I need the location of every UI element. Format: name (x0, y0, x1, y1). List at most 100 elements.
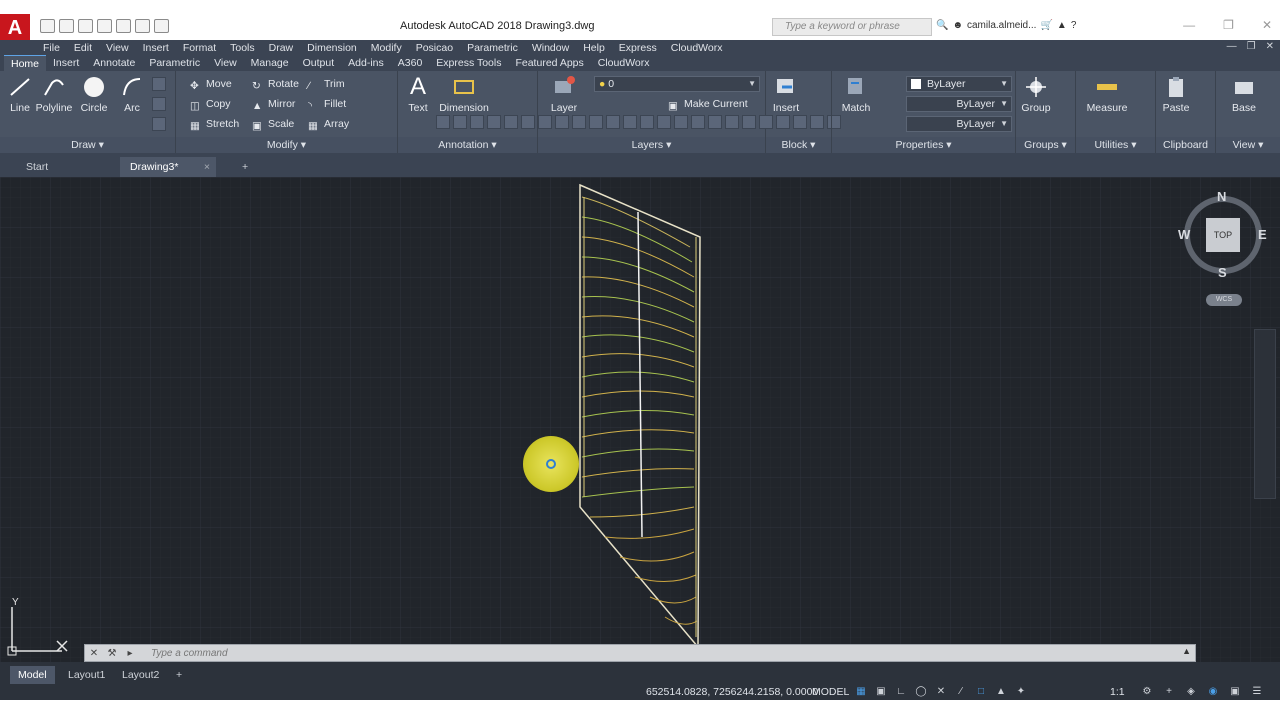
array-tool[interactable]: ▦ Array (308, 116, 349, 132)
layer-tool-icon-19[interactable] (742, 115, 756, 129)
color-dropdown[interactable]: ByLayer ▼ (906, 76, 1012, 92)
tab-insert[interactable]: Insert (46, 55, 86, 71)
ortho-icon[interactable]: ∟ (894, 686, 908, 698)
new-file-icon[interactable] (40, 19, 55, 33)
layer-tool-icon-16[interactable] (691, 115, 705, 129)
layer-tool-icon-12[interactable] (623, 115, 637, 129)
cart-icon[interactable]: 🛒 (1040, 20, 1052, 31)
tab-express-tools[interactable]: Express Tools (429, 55, 508, 71)
new-tab-button[interactable]: + (232, 157, 258, 177)
menu-tools[interactable]: Tools (230, 42, 255, 54)
layer-tool-icon-3[interactable] (470, 115, 484, 129)
search-input[interactable]: Type a keyword or phrase (772, 18, 932, 36)
compass-south[interactable]: S (1218, 265, 1227, 280)
view-panel-title[interactable]: View ▾ (1216, 137, 1280, 153)
compass-east[interactable]: E (1258, 227, 1267, 242)
move-tool[interactable]: ✥ Move (190, 76, 232, 92)
layer-tool-icon-17[interactable] (708, 115, 722, 129)
menu-express[interactable]: Express (619, 42, 657, 54)
menu-view[interactable]: View (106, 42, 129, 54)
layer-tool-icon-18[interactable] (725, 115, 739, 129)
close-icon[interactable]: ✕ (1262, 18, 1272, 32)
measure-tool[interactable]: Measure (1082, 75, 1132, 114)
wrench-icon[interactable]: ⚒ (103, 648, 121, 659)
copy-tool[interactable]: ◫ Copy (190, 96, 231, 112)
tab-add-ins[interactable]: Add-ins (341, 55, 391, 71)
compass-north[interactable]: N (1217, 189, 1226, 204)
doc-close-icon[interactable]: ✕ (1266, 41, 1274, 52)
command-prompt-icon[interactable]: ▸ (121, 648, 139, 659)
layer-tool-icon-13[interactable] (640, 115, 654, 129)
help-icon[interactable]: ? (1071, 20, 1077, 31)
menu-help[interactable]: Help (583, 42, 605, 54)
lineweight-dropdown[interactable]: ByLayer ▼ (906, 116, 1012, 132)
scale-tool[interactable]: ▣ Scale (252, 116, 294, 132)
save-icon[interactable] (78, 19, 93, 33)
fillet-tool[interactable]: ◝ Fillet (308, 96, 346, 112)
hatch-icon[interactable] (152, 97, 166, 111)
command-input[interactable]: Type a command (151, 648, 228, 659)
viewcube-top-face[interactable]: TOP (1206, 218, 1240, 252)
menu-draw[interactable]: Draw (269, 42, 294, 54)
model-space-toggle[interactable]: MODEL (812, 686, 849, 698)
tab-home[interactable]: Home (4, 55, 47, 71)
layer-tool-icon-6[interactable] (521, 115, 535, 129)
clean-screen-icon[interactable]: ▣ (1228, 686, 1242, 698)
print-icon[interactable] (116, 19, 131, 33)
doc-restore-icon[interactable]: ❐ (1247, 41, 1256, 52)
annotation-visibility-icon[interactable]: ▲ (994, 686, 1008, 698)
paste-tool[interactable]: Paste (1156, 75, 1196, 114)
compass-west[interactable]: W (1178, 227, 1190, 242)
menu-dimension[interactable]: Dimension (307, 42, 357, 54)
block-panel-title[interactable]: Block ▾ (766, 137, 831, 153)
text-tool[interactable]: A Text (398, 75, 438, 115)
drawing-area[interactable]: N S E W TOP WCS Y (0, 177, 1280, 662)
groups-panel-title[interactable]: Groups ▾ (1016, 137, 1075, 153)
plus-icon[interactable]: + (1162, 686, 1176, 698)
auto-scale-icon[interactable]: ✦ (1014, 686, 1028, 698)
minimize-icon[interactable]: — (1183, 18, 1195, 32)
binoculars-icon[interactable]: 🔍 (936, 20, 948, 31)
rotate-tool[interactable]: ↻ Rotate (252, 76, 299, 92)
layout-tab-layout1[interactable]: Layout1 (60, 666, 113, 684)
menu-format[interactable]: Format (183, 42, 216, 54)
menu-window[interactable]: Window (532, 42, 569, 54)
mirror-tool[interactable]: ▲ Mirror (252, 96, 295, 112)
tab-annotate[interactable]: Annotate (86, 55, 142, 71)
trim-tool[interactable]: ∕ Trim (308, 76, 345, 92)
viewcube[interactable]: N S E W TOP (1178, 189, 1270, 283)
isolate-objects-icon[interactable]: ◈ (1184, 686, 1198, 698)
menu-insert[interactable]: Insert (143, 42, 169, 54)
menu-modify[interactable]: Modify (371, 42, 402, 54)
insert-block-tool[interactable]: Insert (766, 75, 806, 114)
command-line[interactable]: ✕ ⚒ ▸ Type a command ▲ (84, 644, 1196, 662)
annotation-panel-title[interactable]: Annotation ▾ (398, 137, 537, 153)
autocad-logo[interactable]: A (0, 14, 30, 42)
tab-cloudworx[interactable]: CloudWorx (591, 55, 657, 71)
arc-tool[interactable]: Arc (112, 75, 152, 114)
object-snap-tracking-icon[interactable]: ∕ (954, 686, 968, 698)
layout-tab-layout2[interactable]: Layout2 (114, 666, 167, 684)
coordinate-readout[interactable]: 652514.0828, 7256244.2158, 0.0000 (646, 686, 818, 698)
grid-icon[interactable]: ▦ (854, 686, 868, 698)
undo-icon[interactable] (135, 19, 150, 33)
layout-tab-model[interactable]: Model (10, 666, 55, 684)
open-file-icon[interactable] (59, 19, 74, 33)
region-icon[interactable] (152, 117, 166, 131)
layers-panel-title[interactable]: Layers ▾ (538, 137, 765, 153)
layer-tool-icon-11[interactable] (606, 115, 620, 129)
redo-icon[interactable] (154, 19, 169, 33)
tab-a360[interactable]: A360 (391, 55, 430, 71)
layer-tool-icon-8[interactable] (555, 115, 569, 129)
layer-properties-tool[interactable]: Layer (544, 75, 584, 114)
start-tab[interactable]: Start (16, 157, 58, 177)
layer-tool-icon-2[interactable] (453, 115, 467, 129)
layer-tool-icon-4[interactable] (487, 115, 501, 129)
make-current-button[interactable]: ▣ Make Current (668, 96, 748, 112)
draw-panel-title[interactable]: Draw ▾ (0, 137, 175, 153)
layer-dropdown[interactable]: ● 0 ▼ (594, 76, 760, 92)
layer-tool-icon-1[interactable] (436, 115, 450, 129)
circle-tool[interactable]: Circle (74, 75, 114, 114)
object-snap-icon[interactable]: □ (974, 686, 988, 698)
polar-icon[interactable]: ◯ (914, 686, 928, 698)
